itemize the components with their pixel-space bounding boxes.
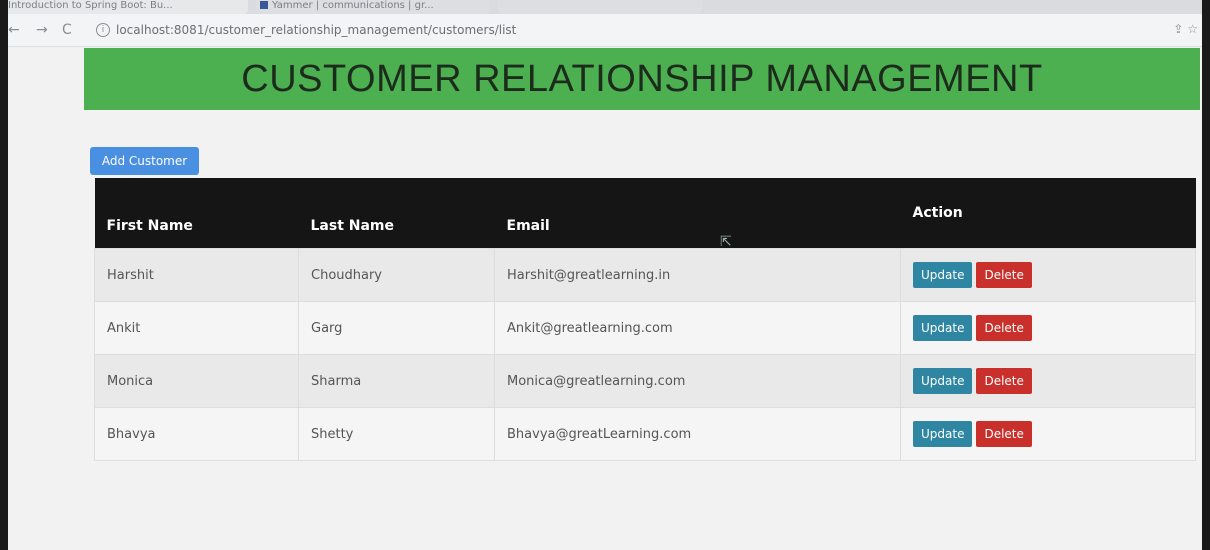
page-title: CUSTOMER RELATIONSHIP MANAGEMENT [84,48,1200,110]
table-header-row: First Name Last Name Email Action [94,178,1196,249]
forward-icon[interactable]: → [36,22,48,38]
delete-button[interactable]: Delete [976,368,1032,394]
tab-strip: Introduction to Spring Boot: Bu... Yamme… [8,0,1202,14]
cell-first-name: Harshit [94,248,299,302]
cell-action: Update Delete [900,248,1196,302]
update-button[interactable]: Update [913,315,973,341]
cell-last-name: Garg [298,301,495,355]
share-icon[interactable]: ⇪ [1173,22,1183,36]
browser-toolbar: ← → C i localhost:8081/customer_relation… [8,14,1202,47]
cell-last-name: Sharma [298,354,495,408]
cell-first-name: Bhavya [94,407,299,461]
cell-first-name: Monica [94,354,299,408]
cell-last-name: Choudhary [298,248,495,302]
reload-icon[interactable]: C [62,22,72,38]
cell-email: Harshit@greatlearning.in [494,248,901,302]
browser-window: Introduction to Spring Boot: Bu... Yamme… [8,0,1202,550]
yammer-favicon [260,1,268,9]
table-row: Monica Sharma Monica@greatlearning.com U… [94,354,1196,408]
update-button[interactable]: Update [913,421,973,447]
toolbar-right-icons: ⇪ ☆ [1173,22,1198,36]
header-last-name: Last Name [298,178,495,249]
mouse-cursor-icon: ⇱ [720,234,732,250]
cell-email: Ankit@greatlearning.com [494,301,901,355]
cell-action: Update Delete [900,354,1196,408]
update-button[interactable]: Update [913,262,973,288]
delete-button[interactable]: Delete [976,315,1032,341]
cell-action: Update Delete [900,407,1196,461]
table-row: Bhavya Shetty Bhavya@greatLearning.com U… [94,407,1196,461]
table-row: Harshit Choudhary Harshit@greatlearning.… [94,248,1196,302]
cell-email: Bhavya@greatLearning.com [494,407,901,461]
table-row: Ankit Garg Ankit@greatlearning.com Updat… [94,301,1196,355]
cell-email: Monica@greatlearning.com [494,354,901,408]
header-email: Email [494,178,901,249]
delete-button[interactable]: Delete [976,262,1032,288]
delete-button[interactable]: Delete [976,421,1032,447]
update-button[interactable]: Update [913,368,973,394]
star-icon[interactable]: ☆ [1187,22,1198,36]
header-first-name: First Name [94,178,299,249]
back-icon[interactable]: ← [8,22,20,38]
tab-yammer[interactable]: Yammer | communications | gr... [256,0,490,14]
cell-first-name: Ankit [94,301,299,355]
cell-action: Update Delete [900,301,1196,355]
customer-table: First Name Last Name Email Action Harshi… [94,178,1196,461]
tab-third[interactable] [498,0,702,14]
header-action: Action [900,178,1196,249]
cell-last-name: Shetty [298,407,495,461]
tab-spring-boot[interactable]: Introduction to Spring Boot: Bu... [8,0,248,14]
info-icon[interactable]: i [96,23,110,37]
address-bar[interactable]: localhost:8081/customer_relationship_man… [116,23,516,37]
add-customer-button[interactable]: Add Customer [90,147,199,175]
